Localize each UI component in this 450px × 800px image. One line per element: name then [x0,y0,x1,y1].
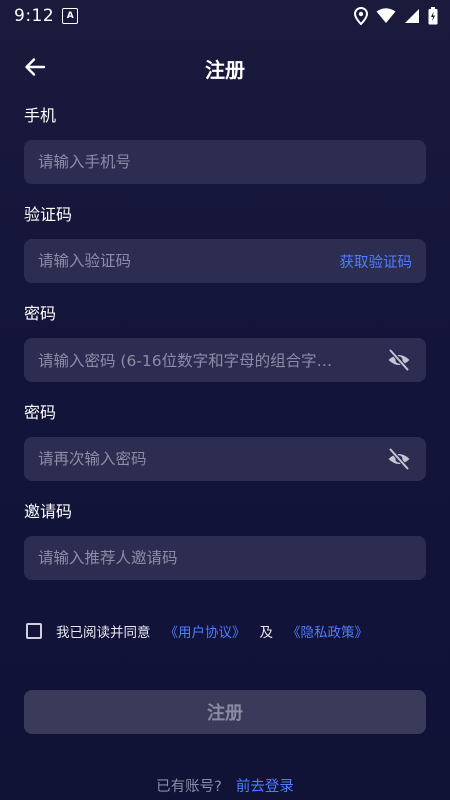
password-visibility-toggle[interactable] [386,347,412,373]
signal-icon [405,9,419,23]
status-right [354,7,438,25]
phone-input[interactable] [38,153,412,171]
password-input[interactable]: 请输入密码 (6-16位数字和字母的组合字… [38,349,376,371]
phone-input-box[interactable] [24,140,426,184]
get-code-button[interactable]: 获取验证码 [340,251,413,272]
password-confirm-label: 密码 [24,403,57,422]
status-bar: 9:12 A [0,0,450,32]
agreement-text: 我已阅读并同意 [56,625,151,641]
page-title: 注册 [205,58,245,82]
agreement-and-text: 及 [259,625,274,641]
status-time: 9:12 [14,6,55,26]
status-left: 9:12 A [14,6,79,26]
password-label: 密码 [24,304,57,323]
code-label: 验证码 [24,205,73,224]
header: 注册 [0,44,450,88]
agreement-row: 我已阅读并同意 《用户协议》 及 《隐私政策》 [26,621,368,641]
invite-input-box[interactable] [24,536,426,580]
eye-off-icon [388,447,410,471]
invite-input[interactable] [38,549,412,567]
location-icon [354,7,368,25]
wifi-icon [376,8,396,23]
password-confirm-input[interactable] [38,450,376,468]
go-login-link[interactable]: 前去登录 [236,779,294,795]
register-button[interactable]: 注册 [24,690,426,734]
login-row: 已有账号? 前去登录 [0,775,450,796]
has-account-text: 已有账号? [156,779,222,795]
code-input-box[interactable]: 获取验证码 [24,239,426,283]
password-input-box[interactable]: 请输入密码 (6-16位数字和字母的组合字… [24,338,426,382]
user-agreement-link[interactable]: 《用户协议》 [165,621,246,641]
register-form: 手机 验证码 获取验证码 密码 请输入密码 (6-16位数字和字母的组合字… 密… [24,104,426,599]
password-confirm-input-box[interactable] [24,437,426,481]
password-confirm-visibility-toggle[interactable] [386,446,412,472]
eye-off-icon [388,348,410,372]
agreement-checkbox[interactable] [26,623,42,639]
phone-label: 手机 [24,106,57,125]
battery-icon [428,7,438,25]
privacy-policy-link[interactable]: 《隐私政策》 [287,621,368,641]
code-input[interactable] [38,252,340,270]
app-notification-icon: A [62,8,79,24]
invite-label: 邀请码 [24,502,73,521]
